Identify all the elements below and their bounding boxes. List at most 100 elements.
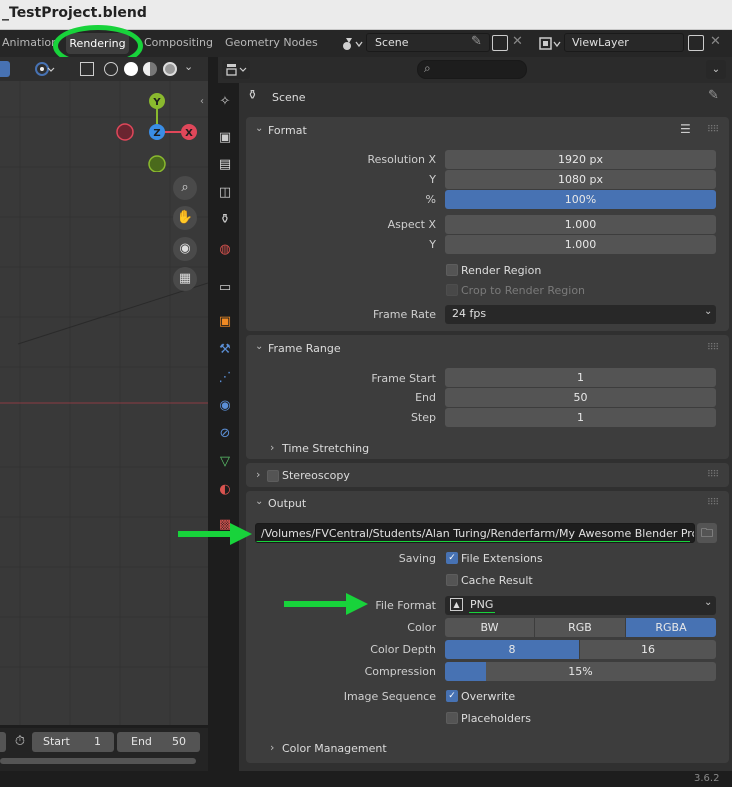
pin-icon[interactable]: ✎ bbox=[708, 88, 719, 103]
physics-tab-icon[interactable]: ◉ bbox=[216, 397, 234, 415]
compression-slider[interactable]: 15% bbox=[445, 662, 716, 681]
timeline-start-value: 1 bbox=[94, 735, 101, 748]
view-mode-button[interactable] bbox=[0, 61, 10, 77]
stereoscopy-header[interactable]: Stereoscopy bbox=[282, 469, 350, 482]
render-region-label: Render Region bbox=[461, 264, 542, 277]
wireframe-shading-icon[interactable] bbox=[104, 62, 118, 76]
modifier-wrench-icon[interactable]: ⚒ bbox=[216, 341, 234, 359]
color-rgb-button[interactable]: RGB bbox=[535, 618, 625, 637]
xray-icon[interactable] bbox=[80, 62, 94, 76]
time-stretching-header[interactable]: Time Stretching bbox=[282, 442, 369, 455]
chevron-down-icon[interactable]: ⌄ bbox=[184, 60, 193, 73]
stopwatch-icon[interactable]: ⏱ bbox=[10, 732, 30, 752]
tab-animation[interactable]: Animation bbox=[2, 36, 58, 49]
overwrite-checkbox[interactable]: ✓ bbox=[446, 690, 458, 702]
material-tab-icon[interactable]: ◐ bbox=[216, 481, 234, 499]
image-sequence-label: Image Sequence bbox=[343, 690, 436, 703]
object-tab-icon[interactable]: ▣ bbox=[216, 313, 234, 331]
file-format-value: PNG bbox=[470, 598, 494, 611]
viewlayer-icon[interactable] bbox=[538, 35, 562, 53]
compression-value: 15% bbox=[568, 665, 593, 678]
placeholders-label: Placeholders bbox=[461, 712, 532, 725]
navigation-gizmo[interactable]: Y Z X bbox=[110, 90, 202, 172]
new-viewlayer-icon[interactable] bbox=[688, 35, 704, 51]
crop-region-checkbox[interactable] bbox=[446, 284, 458, 296]
drag-grip-icon[interactable]: ⠿⠿ bbox=[707, 498, 719, 508]
chevron-down-icon[interactable]: ⌄ bbox=[255, 123, 263, 134]
output-path-input[interactable]: /Volumes/FVCentral/Students/Alan Turing/… bbox=[255, 523, 695, 543]
options-dropdown-button[interactable]: ⌄ bbox=[706, 60, 726, 79]
output-header[interactable]: Output bbox=[268, 497, 306, 510]
stereoscopy-checkbox[interactable] bbox=[267, 470, 279, 482]
color-management-header[interactable]: Color Management bbox=[282, 742, 387, 755]
timeline-scrollbar[interactable] bbox=[0, 758, 196, 764]
tab-geometry-nodes[interactable]: Geometry Nodes bbox=[225, 36, 318, 49]
axis-neg-x-button bbox=[116, 123, 134, 141]
file-format-dropdown[interactable]: ▲ PNG ⌄ bbox=[445, 596, 716, 615]
chevron-right-icon[interactable]: › bbox=[256, 468, 260, 481]
resolution-y-field[interactable]: 1080 px bbox=[445, 170, 716, 189]
data-tab-icon[interactable]: ▽ bbox=[216, 453, 234, 471]
overlay-icon[interactable] bbox=[34, 60, 56, 78]
chevron-right-icon[interactable]: › bbox=[270, 441, 274, 454]
camera-view-icon[interactable]: ◉ bbox=[173, 237, 197, 261]
scene-selector[interactable]: Scene ✎ bbox=[366, 33, 490, 52]
aspect-y-field[interactable]: 1.000 bbox=[445, 235, 716, 254]
rendered-shading-icon[interactable] bbox=[163, 62, 177, 76]
color-depth-16-button[interactable]: 16 bbox=[580, 640, 716, 659]
pan-hand-icon[interactable]: ✋ bbox=[173, 206, 197, 230]
delete-viewlayer-icon[interactable]: ✕ bbox=[710, 34, 721, 49]
frame-end-field[interactable]: 50 bbox=[445, 388, 716, 407]
drag-grip-icon[interactable]: ⠿⠿ bbox=[707, 470, 719, 480]
scene-icon[interactable] bbox=[340, 34, 364, 53]
particles-tab-icon[interactable]: ⋰ bbox=[216, 369, 234, 387]
frame-range-header[interactable]: Frame Range bbox=[268, 342, 341, 355]
material-shading-icon[interactable] bbox=[143, 62, 157, 76]
pin-icon[interactable]: ✎ bbox=[471, 34, 482, 49]
resolution-percent-slider[interactable]: 100% bbox=[445, 190, 716, 209]
viewlayer-selector[interactable]: ViewLayer bbox=[564, 33, 684, 52]
playback-button[interactable] bbox=[0, 732, 6, 752]
aspect-x-field[interactable]: 1.000 bbox=[445, 215, 716, 234]
tab-compositing[interactable]: Compositing bbox=[144, 36, 213, 49]
chevron-down-icon[interactable]: ⌄ bbox=[255, 341, 263, 352]
frame-rate-dropdown[interactable]: 24 fps ⌄ bbox=[445, 305, 716, 324]
delete-scene-icon[interactable]: ✕ bbox=[512, 34, 523, 49]
color-rgba-button[interactable]: RGBA bbox=[626, 618, 716, 637]
timeline-start-field[interactable]: Start 1 bbox=[32, 732, 114, 752]
folder-browse-icon[interactable]: 🗀 bbox=[697, 523, 717, 543]
output-path-value: /Volumes/FVCentral/Students/Alan Turing/… bbox=[261, 527, 695, 540]
placeholders-checkbox[interactable] bbox=[446, 712, 458, 724]
resolution-x-field[interactable]: 1920 px bbox=[445, 150, 716, 169]
color-depth-8-button[interactable]: 8 bbox=[445, 640, 579, 659]
output-tab-icon[interactable]: ▤ bbox=[216, 156, 234, 174]
chevron-down-icon[interactable]: ⌄ bbox=[255, 496, 263, 507]
color-bw-button[interactable]: BW bbox=[445, 618, 534, 637]
collection-tab-icon[interactable]: ▭ bbox=[216, 279, 234, 297]
chevron-right-icon[interactable]: › bbox=[270, 741, 274, 754]
frame-start-field[interactable]: 1 bbox=[445, 368, 716, 387]
sidebar-toggle-icon[interactable]: ‹ bbox=[200, 96, 204, 107]
axis-y-label: Y bbox=[152, 97, 161, 108]
render-region-checkbox[interactable] bbox=[446, 264, 458, 276]
presets-list-icon[interactable]: ☰ bbox=[680, 122, 691, 136]
orthographic-grid-icon[interactable]: ▦ bbox=[173, 267, 197, 291]
scene-tab-icon[interactable]: ⚱ bbox=[216, 211, 234, 229]
drag-grip-icon[interactable]: ⠿⠿ bbox=[707, 343, 719, 353]
properties-search-input[interactable]: ⌕ bbox=[417, 60, 527, 79]
drag-grip-icon[interactable]: ⠿⠿ bbox=[707, 125, 719, 135]
cache-result-checkbox[interactable] bbox=[446, 574, 458, 586]
solid-shading-icon[interactable] bbox=[124, 62, 138, 76]
world-tab-icon[interactable]: ◍ bbox=[216, 241, 234, 259]
new-scene-icon[interactable] bbox=[492, 35, 508, 51]
constraints-tab-icon[interactable]: ⊘ bbox=[216, 425, 234, 443]
file-extensions-checkbox[interactable]: ✓ bbox=[446, 552, 458, 564]
zoom-icon[interactable]: ⌕ bbox=[173, 176, 197, 200]
view-layer-tab-icon[interactable]: ◫ bbox=[216, 184, 234, 202]
format-header[interactable]: Format bbox=[268, 124, 307, 137]
timeline-end-field[interactable]: End 50 bbox=[117, 732, 200, 752]
frame-step-field[interactable]: 1 bbox=[445, 408, 716, 427]
editor-type-button[interactable] bbox=[222, 60, 250, 79]
tool-tab-icon[interactable]: ✧ bbox=[216, 93, 234, 111]
render-tab-icon[interactable]: ▣ bbox=[216, 129, 234, 147]
